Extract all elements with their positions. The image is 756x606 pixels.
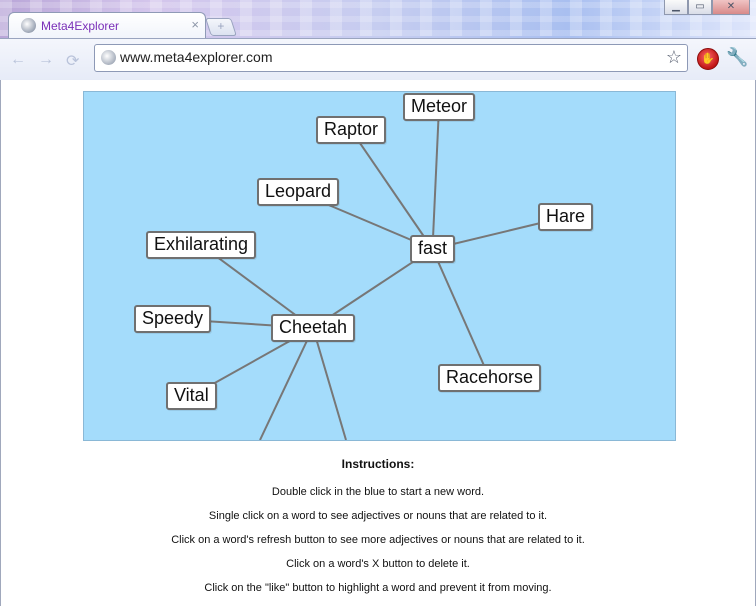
window-close-button[interactable]: ✕	[712, 0, 750, 15]
word-node-speedy[interactable]: Speedy	[134, 305, 212, 333]
maximize-button[interactable]: ▭	[688, 0, 712, 15]
wrench-menu-icon[interactable]: 🔧	[726, 47, 748, 68]
browser-chrome: Meta4Explorer × + ▁ ▭ ✕ ← → ⟳ www.meta4e…	[0, 0, 756, 80]
back-arrow-icon[interactable]: ←	[10, 51, 26, 69]
instruction-line: Click on the "like" button to highlight …	[204, 582, 552, 594]
stop-extension-icon[interactable]: ✋	[697, 48, 719, 70]
address-bar[interactable]: www.meta4explorer.com ☆	[94, 44, 688, 72]
browser-tab[interactable]: Meta4Explorer ×	[8, 12, 206, 39]
instructions-panel: Instructions: Double click in the blue t…	[0, 450, 756, 606]
link-cheetah-offscreen	[259, 327, 314, 440]
url-text[interactable]: www.meta4explorer.com	[120, 49, 273, 65]
minimize-button[interactable]: ▁	[664, 0, 688, 15]
instruction-line: Double click in the blue to start a new …	[271, 486, 485, 498]
instructions-title: Instructions:	[341, 457, 415, 471]
plus-icon: +	[217, 19, 225, 33]
bookmark-star-icon[interactable]: ☆	[666, 47, 682, 68]
word-node-fast[interactable]: fast	[410, 235, 456, 263]
instruction-line: Click on a word's X button to delete it.	[286, 558, 470, 570]
instruction-line: Click on a word's refresh button to see …	[171, 534, 585, 546]
tab-title: Meta4Explorer	[41, 19, 120, 33]
browser-toolbar: ← → ⟳ www.meta4explorer.com ☆ ✋ 🔧	[0, 38, 756, 80]
link-cheetah-offscreen	[312, 327, 347, 440]
reload-icon[interactable]: ⟳	[66, 51, 79, 71]
word-node-hare[interactable]: Hare	[538, 203, 594, 231]
word-node-racehorse[interactable]: Racehorse	[438, 364, 542, 392]
close-tab-icon[interactable]: ×	[191, 17, 199, 32]
word-node-exhilarating[interactable]: Exhilarating	[146, 231, 257, 259]
word-node-cheetah[interactable]: Cheetah	[271, 314, 356, 342]
word-map-canvas[interactable]: Meteor Raptor Leopard Hare fast Exhilara…	[83, 91, 676, 441]
word-node-raptor[interactable]: Raptor	[316, 116, 387, 144]
instruction-line: Single click on a word to see adjectives…	[208, 510, 548, 522]
word-node-meteor[interactable]: Meteor	[403, 93, 476, 121]
link-fast-racehorse	[431, 248, 491, 379]
globe-icon	[21, 18, 36, 33]
maximize-icon: ▭	[695, 1, 705, 12]
minimize-icon: ▁	[672, 1, 680, 12]
new-tab-button[interactable]: +	[205, 18, 237, 36]
link-fast-meteor	[431, 106, 440, 250]
forward-arrow-icon[interactable]: →	[38, 51, 54, 69]
word-node-vital[interactable]: Vital	[166, 382, 217, 410]
globe-icon	[101, 50, 116, 65]
word-node-leopard[interactable]: Leopard	[257, 178, 340, 206]
close-icon: ✕	[726, 1, 736, 12]
